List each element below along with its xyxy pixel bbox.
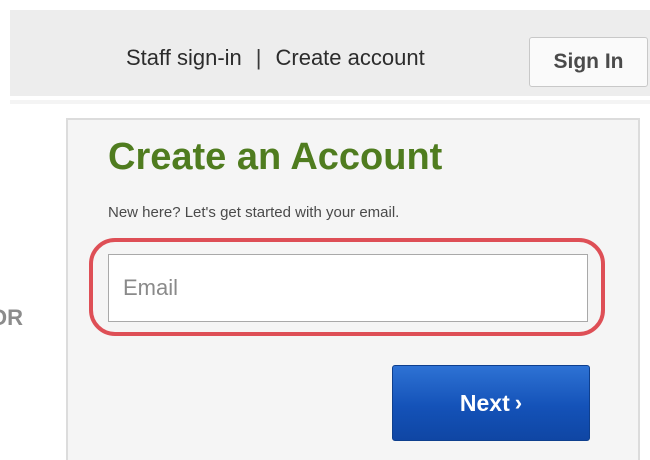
or-divider-label: OR	[0, 305, 40, 335]
next-button[interactable]: Next ›	[392, 365, 590, 441]
card-title: Create an Account	[108, 136, 443, 178]
create-account-card: Create an Account New here? Let's get st…	[66, 118, 640, 460]
next-button-label: Next	[459, 389, 510, 416]
header-nav: Staff sign-in | Create account	[126, 45, 425, 71]
nav-separator: |	[255, 45, 262, 70]
card-subtitle: New here? Let's get started with your em…	[108, 204, 400, 221]
create-account-link[interactable]: Create account	[276, 45, 425, 71]
chevron-right-icon: ›	[514, 390, 523, 415]
signin-button[interactable]: Sign In	[529, 37, 648, 87]
top-header: Staff sign-in | Create account Sign In	[10, 10, 650, 96]
staff-signin-link[interactable]: Staff sign-in	[126, 45, 242, 71]
or-label: OR	[0, 305, 23, 330]
header-divider	[10, 100, 650, 104]
email-field[interactable]	[108, 254, 588, 322]
